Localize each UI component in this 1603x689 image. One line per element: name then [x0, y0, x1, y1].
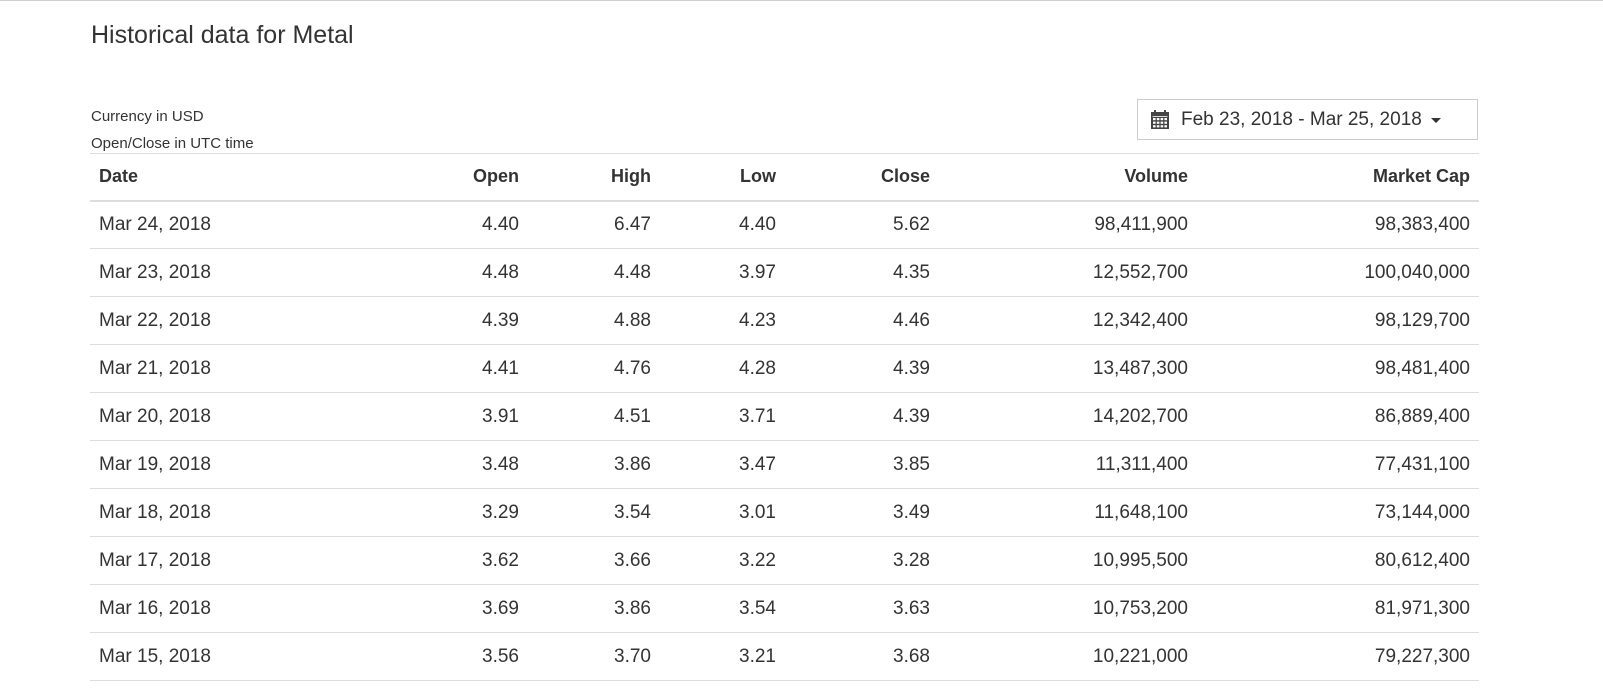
- cell-volume: 13,487,300: [1092, 357, 1188, 379]
- cell-date: Mar 23, 2018: [99, 261, 211, 283]
- table-row: Mar 21, 2018 4.41 4.76 4.28 4.39 13,487,…: [90, 345, 1479, 393]
- column-header-open[interactable]: Open: [380, 154, 528, 201]
- cell-date: Mar 21, 2018: [99, 357, 211, 379]
- cell-low: 3.22: [739, 549, 776, 571]
- cell-volume: 11,648,100: [1094, 501, 1188, 523]
- table-row: Mar 18, 2018 3.29 3.54 3.01 3.49 11,648,…: [90, 489, 1479, 537]
- cell-open: 4.39: [482, 309, 519, 331]
- currency-note: Currency in USD: [91, 108, 204, 125]
- cell-market-cap: 98,481,400: [1374, 357, 1470, 379]
- top-divider: [0, 0, 1603, 1]
- cell-market-cap: 81,971,300: [1374, 597, 1470, 619]
- table-row: Mar 15, 2018 3.56 3.70 3.21 3.68 10,221,…: [90, 633, 1479, 681]
- cell-high: 3.86: [614, 597, 651, 619]
- cell-date: Mar 15, 2018: [99, 645, 211, 667]
- cell-open: 4.48: [482, 261, 519, 283]
- cell-close: 3.49: [893, 501, 930, 523]
- page-title: Historical data for Metal: [91, 21, 354, 49]
- table-row: Mar 22, 2018 4.39 4.88 4.23 4.46 12,342,…: [90, 297, 1479, 345]
- cell-close: 4.39: [893, 405, 930, 427]
- currency-info: Currency in USD Open/Close in UTC time: [91, 103, 254, 157]
- cell-low: 3.47: [739, 453, 776, 475]
- cell-market-cap: 77,431,100: [1374, 453, 1470, 475]
- cell-close: 3.28: [893, 549, 930, 571]
- cell-close: 4.39: [893, 357, 930, 379]
- column-header-date[interactable]: Date: [90, 154, 380, 201]
- historical-data-page: Historical data for Metal Currency in US…: [0, 0, 1603, 689]
- cell-high: 3.66: [614, 549, 651, 571]
- caret-down-icon: [1430, 118, 1441, 123]
- table-row: Mar 17, 2018 3.62 3.66 3.22 3.28 10,995,…: [90, 537, 1479, 585]
- cell-low: 4.28: [739, 357, 776, 379]
- cell-volume: 98,411,900: [1094, 213, 1188, 235]
- cell-date: Mar 17, 2018: [99, 549, 211, 571]
- date-range-label: Feb 23, 2018 - Mar 25, 2018: [1181, 108, 1422, 130]
- cell-open: 3.91: [482, 405, 519, 427]
- cell-market-cap: 98,383,400: [1374, 213, 1470, 235]
- cell-volume: 12,342,400: [1092, 309, 1188, 331]
- cell-open: 3.29: [482, 501, 519, 523]
- cell-volume: 10,753,200: [1092, 597, 1188, 619]
- cell-volume: 12,552,700: [1092, 261, 1188, 283]
- cell-market-cap: 80,612,400: [1374, 549, 1470, 571]
- cell-low: 4.23: [739, 309, 776, 331]
- cell-date: Mar 18, 2018: [99, 501, 211, 523]
- cell-date: Mar 20, 2018: [99, 405, 211, 427]
- cell-open: 4.40: [482, 213, 519, 235]
- cell-date: Mar 24, 2018: [99, 213, 211, 235]
- cell-open: 4.41: [482, 357, 519, 379]
- cell-low: 3.54: [739, 597, 776, 619]
- cell-market-cap: 79,227,300: [1374, 645, 1470, 667]
- date-range-picker-button[interactable]: Feb 23, 2018 - Mar 25, 2018: [1137, 99, 1478, 140]
- column-header-low[interactable]: Low: [660, 154, 785, 201]
- cell-volume: 10,995,500: [1092, 549, 1188, 571]
- cell-date: Mar 16, 2018: [99, 597, 211, 619]
- cell-market-cap: 98,129,700: [1374, 309, 1470, 331]
- table-row: Mar 16, 2018 3.69 3.86 3.54 3.63 10,753,…: [90, 585, 1479, 633]
- cell-high: 3.54: [614, 501, 651, 523]
- cell-close: 5.62: [893, 213, 930, 235]
- historical-data-table: Date Open High Low Close Volume Market C…: [90, 153, 1479, 681]
- cell-open: 3.69: [482, 597, 519, 619]
- table-header-row: Date Open High Low Close Volume Market C…: [90, 153, 1479, 201]
- cell-high: 4.48: [614, 261, 651, 283]
- cell-close: 3.85: [893, 453, 930, 475]
- calendar-icon: [1151, 110, 1169, 129]
- cell-close: 3.68: [893, 645, 930, 667]
- cell-open: 3.56: [482, 645, 519, 667]
- cell-open: 3.48: [482, 453, 519, 475]
- cell-date: Mar 22, 2018: [99, 309, 211, 331]
- column-header-market-cap[interactable]: Market Cap: [1197, 154, 1479, 201]
- cell-date: Mar 19, 2018: [99, 453, 211, 475]
- cell-close: 4.35: [893, 261, 930, 283]
- table-row: Mar 23, 2018 4.48 4.48 3.97 4.35 12,552,…: [90, 249, 1479, 297]
- cell-high: 6.47: [614, 213, 651, 235]
- cell-market-cap: 73,144,000: [1374, 501, 1470, 523]
- table-row: Mar 24, 2018 4.40 6.47 4.40 5.62 98,411,…: [90, 201, 1479, 249]
- cell-low: 3.71: [739, 405, 776, 427]
- cell-low: 3.97: [739, 261, 776, 283]
- cell-low: 3.21: [739, 645, 776, 667]
- cell-high: 3.70: [614, 645, 651, 667]
- table-row: Mar 20, 2018 3.91 4.51 3.71 4.39 14,202,…: [90, 393, 1479, 441]
- cell-close: 3.63: [893, 597, 930, 619]
- cell-high: 4.88: [614, 309, 651, 331]
- cell-volume: 10,221,000: [1092, 645, 1188, 667]
- cell-volume: 14,202,700: [1092, 405, 1188, 427]
- column-header-close[interactable]: Close: [785, 154, 939, 201]
- cell-market-cap: 86,889,400: [1374, 405, 1470, 427]
- column-header-high[interactable]: High: [528, 154, 660, 201]
- cell-market-cap: 100,040,000: [1364, 261, 1470, 283]
- cell-open: 3.62: [482, 549, 519, 571]
- cell-high: 3.86: [614, 453, 651, 475]
- cell-high: 4.76: [614, 357, 651, 379]
- cell-high: 4.51: [614, 405, 651, 427]
- table-row: Mar 19, 2018 3.48 3.86 3.47 3.85 11,311,…: [90, 441, 1479, 489]
- cell-close: 4.46: [893, 309, 930, 331]
- column-header-volume[interactable]: Volume: [939, 154, 1197, 201]
- cell-low: 3.01: [739, 501, 776, 523]
- cell-low: 4.40: [739, 213, 776, 235]
- cell-volume: 11,311,400: [1095, 453, 1188, 475]
